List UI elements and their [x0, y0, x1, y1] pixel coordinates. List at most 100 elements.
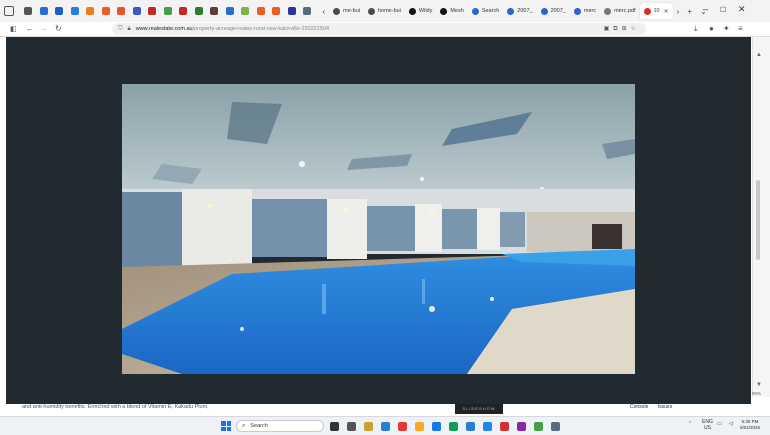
- tab-list: me-bui home-bui Wildy Mesh Search 2007_ 2007_ m…: [329, 3, 673, 19]
- extensions-icon[interactable]: ✦: [723, 24, 730, 33]
- browser-tab[interactable]: 10 ✕: [639, 3, 673, 19]
- taskbar-app-icon[interactable]: [381, 422, 390, 431]
- tab-overview-icon[interactable]: [4, 6, 14, 16]
- tab-favicon: [333, 7, 341, 15]
- tab-favicon: [604, 7, 612, 15]
- region-code: US: [703, 425, 711, 431]
- taskbar-search-label: Search: [250, 423, 268, 429]
- pinned-tab-favicon[interactable]: [86, 7, 94, 15]
- tab-label: Wildy: [418, 8, 433, 14]
- start-button[interactable]: [221, 421, 231, 431]
- volume-icon[interactable]: ◁: [729, 421, 733, 427]
- lock-icon[interactable]: 🔒︎: [128, 26, 131, 33]
- devtools-console-tab[interactable]: Console: [630, 404, 648, 410]
- tab-label: home-bui: [377, 8, 401, 14]
- browser-tab[interactable]: merc: [570, 3, 600, 19]
- pinned-tab-favicon[interactable]: [303, 7, 311, 15]
- tab-favicon: [507, 7, 515, 15]
- tab-favicon: [573, 7, 581, 15]
- pinned-tab-favicon[interactable]: [163, 7, 172, 15]
- address-bar[interactable]: ⛉ 🔒︎ www.realestate.com.au /property-acr…: [112, 23, 646, 35]
- zoom-level: 90%: [752, 391, 762, 396]
- pinned-tab-favicon[interactable]: [225, 7, 234, 15]
- scroll-down-icon[interactable]: ▼: [756, 382, 762, 388]
- account-icon[interactable]: ●: [709, 24, 714, 33]
- clock-date: 9/02/2026: [740, 425, 761, 430]
- forward-button[interactable]: →: [40, 24, 48, 33]
- close-tab-icon[interactable]: ✕: [664, 8, 669, 15]
- slideshow-thumbnail[interactable]: SLIDESHOW: [455, 404, 503, 414]
- menu-icon[interactable]: ≡: [738, 24, 743, 33]
- browser-tab[interactable]: me-bui: [329, 3, 364, 19]
- pinned-tab-favicon[interactable]: [287, 7, 296, 15]
- browser-tab[interactable]: merc.pdf: [600, 3, 639, 19]
- language-indicator[interactable]: ENG US: [702, 419, 713, 431]
- pinned-tab-favicon[interactable]: [256, 7, 265, 15]
- page-actions-icons[interactable]: ▣⧉⊞☆: [604, 25, 640, 33]
- tray-overflow-icon[interactable]: ⌃: [688, 421, 692, 427]
- pinned-tab-favicon[interactable]: [148, 7, 156, 15]
- taskbar-app-icon[interactable]: [551, 422, 560, 431]
- tab-favicon: [408, 7, 416, 15]
- tab-favicon: [471, 7, 479, 15]
- browser-tab[interactable]: Mesh: [436, 3, 467, 19]
- taskbar-app-icon[interactable]: [466, 422, 475, 431]
- taskbar-app-icon[interactable]: [347, 422, 356, 431]
- clock-time: 6:35 PM: [741, 419, 759, 424]
- tab-label: 2007_: [550, 8, 566, 14]
- pinned-tab-favicon[interactable]: [117, 7, 125, 15]
- pinned-tab-favicon[interactable]: [101, 7, 110, 15]
- tab-label: me-bui: [343, 8, 360, 14]
- scroll-up-icon[interactable]: ▲: [756, 52, 762, 58]
- taskbar-app-icon[interactable]: [534, 422, 543, 431]
- browser-tab[interactable]: home-bui: [364, 3, 405, 19]
- pinned-tab-favicon[interactable]: [241, 7, 249, 15]
- maximize-icon[interactable]: ☐: [720, 6, 726, 14]
- minimize-icon[interactable]: –: [703, 4, 708, 14]
- tab-scroll-right-icon[interactable]: ›: [677, 7, 680, 16]
- taskbar-search[interactable]: ⌕ Search: [236, 420, 324, 432]
- pinned-tab-favicon[interactable]: [24, 7, 32, 15]
- taskbar-app-icon[interactable]: [500, 422, 509, 431]
- back-button[interactable]: ←: [26, 24, 34, 33]
- pinned-tab-favicon[interactable]: [272, 7, 280, 15]
- tab-favicon: [367, 7, 375, 15]
- tab-scroll-left-icon[interactable]: ‹: [323, 7, 326, 16]
- pinned-tab-favicon[interactable]: [179, 7, 187, 15]
- taskbar-app-icon[interactable]: [330, 422, 339, 431]
- browser-tab[interactable]: 2007_: [503, 3, 536, 19]
- browser-tab[interactable]: 2007_: [537, 3, 570, 19]
- page-scrollbar[interactable]: [752, 37, 770, 397]
- system-clock[interactable]: 6:35 PM 9/02/2026: [740, 419, 760, 431]
- new-tab-button[interactable]: +: [687, 7, 692, 16]
- taskbar-app-icon[interactable]: [398, 422, 407, 431]
- taskbar-app-icon[interactable]: [449, 422, 458, 431]
- taskbar-app-icon[interactable]: [483, 422, 492, 431]
- pinned-tab-favicon[interactable]: [70, 7, 79, 15]
- pinned-tab-favicon[interactable]: [39, 7, 48, 15]
- taskbar-app-icon[interactable]: [432, 422, 441, 431]
- pinned-tab-favicon[interactable]: [132, 7, 141, 15]
- taskbar-app-icon[interactable]: [415, 422, 424, 431]
- scroll-thumb[interactable]: [756, 180, 760, 260]
- sidebar-toggle-icon[interactable]: ◧: [10, 25, 17, 33]
- reload-button[interactable]: ↻: [55, 24, 62, 33]
- close-window-icon[interactable]: ✕: [738, 4, 746, 15]
- listing-description: and anti-humidity benefits. Enriched wit…: [22, 404, 209, 410]
- pinned-tab-favicon[interactable]: [210, 7, 218, 15]
- downloads-icon[interactable]: ⤓: [694, 24, 698, 34]
- browser-tab[interactable]: Search: [468, 3, 503, 19]
- pinned-tab-favicon[interactable]: [194, 7, 203, 15]
- taskbar-app-icon[interactable]: [517, 422, 526, 431]
- shield-icon[interactable]: ⛉: [118, 26, 123, 33]
- devtools-issues-tab[interactable]: Issues: [658, 404, 672, 410]
- browser-tab[interactable]: Wildy: [405, 3, 436, 19]
- pinned-tabs: [24, 7, 319, 15]
- pinned-tab-favicon[interactable]: [55, 7, 63, 15]
- taskbar-app-icon[interactable]: [364, 422, 373, 431]
- tab-favicon: [540, 7, 548, 15]
- pool-photo[interactable]: [122, 84, 635, 374]
- tab-label: merc: [583, 8, 597, 14]
- url-host: www.realestate.com.au: [135, 26, 193, 32]
- network-icon[interactable]: ▭: [717, 421, 722, 427]
